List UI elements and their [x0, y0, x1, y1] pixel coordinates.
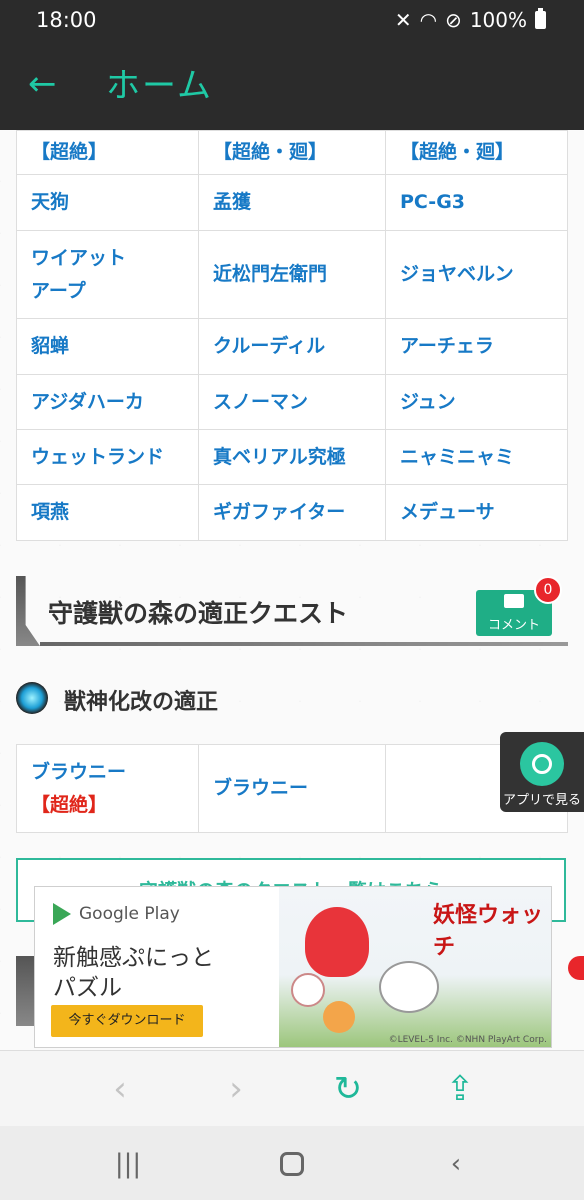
table-cell[interactable]: ウェットランド [16, 429, 199, 485]
browser-back-button[interactable]: ‹ [96, 1065, 144, 1113]
table-cell[interactable]: ジョヤベルン [385, 230, 568, 319]
table-cell[interactable]: 近松門左衛門 [198, 230, 386, 319]
page-title: ホーム [106, 66, 213, 106]
heading-underline [40, 642, 568, 646]
table-cell[interactable]: ジュン [385, 374, 568, 430]
battery-percent: 100% [469, 8, 527, 32]
ad-banner[interactable]: Google Play 新触感ぷにっと パズル 今すぐダウンロード 妖怪ウォッチ… [34, 886, 552, 1048]
google-play-icon [53, 903, 71, 925]
back-button[interactable]: ← [28, 62, 68, 106]
chevron-right-icon: › [229, 1069, 243, 1109]
comment-count-badge: 0 [534, 576, 562, 604]
reload-icon: ↻ [333, 1069, 363, 1109]
heading-bracket [16, 576, 40, 646]
comment-label: コメント [487, 618, 540, 633]
status-bar: 18:00 ✕ ◠ ⊘ 100% [0, 0, 584, 42]
evolution-table: ブラウニー 【超絶】 ブラウニー [16, 744, 568, 833]
comment-icon [504, 594, 524, 608]
table-cell[interactable]: アーチェラ [385, 318, 568, 375]
table-cell[interactable]: PC-G3 [385, 174, 568, 231]
ad-copy: 新触感ぷにっと パズル [53, 945, 214, 1001]
table-row: アジダハーカ スノーマン ジュン [16, 374, 568, 430]
table-cell[interactable]: 項燕 [16, 484, 199, 541]
table-cell[interactable]: 孟獲 [198, 174, 386, 231]
comment-button[interactable]: コメント 0 [476, 576, 562, 636]
share-button[interactable]: ⇪ [436, 1065, 484, 1113]
google-play-brand: Google Play [53, 903, 180, 925]
table-cell[interactable]: メデューサ [385, 484, 568, 541]
app-header: ← ホーム [0, 42, 584, 130]
table-row: ブラウニー 【超絶】 ブラウニー [16, 744, 568, 833]
character-image [379, 961, 439, 1013]
ad-credit: ©LEVEL-5 Inc. ©NHN PlayArt Corp. [388, 1035, 547, 1045]
chevron-left-icon: ‹ [113, 1069, 127, 1109]
table-row: ワイアット アープ 近松門左衛門 ジョヤベルン [16, 230, 568, 319]
table-row: 貂蝉 クルーディル アーチェラ [16, 318, 568, 375]
jibanyan-character-image [305, 907, 369, 977]
arrow-left-icon: ← [28, 64, 57, 104]
table-row: 天狗 孟獲 PC-G3 [16, 174, 568, 231]
system-back-button[interactable]: ‹ [434, 1142, 478, 1186]
no-disturb-icon: ⊘ [445, 8, 462, 32]
table-cell[interactable]: 真ベリアル究極 [198, 429, 386, 485]
table-cell[interactable]: ギガファイター [198, 484, 386, 541]
open-in-app-button[interactable]: アプリで見る [500, 732, 584, 812]
chevron-left-icon: ‹ [450, 1149, 462, 1179]
browser-forward-button[interactable]: › [212, 1065, 260, 1113]
table-cell[interactable]: 貂蝉 [16, 318, 199, 375]
table-cell[interactable]: ニャミニャミ [385, 429, 568, 485]
table-cell[interactable]: 天狗 [16, 174, 199, 231]
home-button[interactable] [270, 1142, 314, 1186]
system-nav-bar: ||| ‹ [0, 1126, 584, 1200]
table-row: 項燕 ギガファイター メデューサ [16, 484, 568, 541]
table-cell[interactable]: 【超絶・廻】 [385, 130, 568, 175]
wifi-icon: ◠ [419, 8, 438, 32]
share-icon: ⇪ [445, 1069, 475, 1109]
character-image [291, 973, 325, 1007]
recent-apps-button[interactable]: ||| [106, 1142, 150, 1186]
cell-name: ブラウニー [31, 760, 127, 783]
character-table: 【超絶】 【超絶・廻】 【超絶・廻】 天狗 孟獲 PC-G3 ワイアット アープ… [16, 130, 568, 541]
google-play-label: Google Play [79, 904, 180, 924]
section-title: 守護獣の森の適正クエスト [48, 599, 349, 628]
battery-icon [535, 8, 546, 29]
open-in-app-label: アプリで見る [502, 793, 581, 808]
table-cell[interactable]: ブラウニー [198, 744, 386, 833]
cell-tag: 【超絶】 [31, 793, 108, 816]
game-logo: 妖怪ウォッチ [433, 903, 544, 960]
table-cell[interactable]: スノーマン [198, 374, 386, 430]
table-cell[interactable]: 【超絶】 [16, 130, 199, 175]
reload-button[interactable]: ↻ [324, 1065, 372, 1113]
comment-count-badge [568, 956, 584, 980]
ad-download-button[interactable]: 今すぐダウンロード [51, 1005, 203, 1037]
subsection-title: 獣神化改の適正 [64, 690, 219, 715]
table-cell[interactable]: アジダハーカ [16, 374, 199, 430]
character-image [323, 1001, 355, 1033]
table-cell[interactable]: ワイアット アープ [16, 230, 199, 319]
gem-icon [16, 682, 48, 714]
home-icon [280, 1152, 304, 1176]
status-time: 18:00 [36, 8, 97, 32]
table-row: ウェットランド 真ベリアル究極 ニャミニャミ [16, 429, 568, 485]
table-row: 【超絶】 【超絶・廻】 【超絶・廻】 [16, 130, 568, 175]
table-cell[interactable]: クルーディル [198, 318, 386, 375]
browser-toolbar: ‹ › ↻ ⇪ [0, 1050, 584, 1127]
status-icons: ✕ ◠ ⊘ 100% [395, 8, 546, 32]
mute-icon: ✕ [394, 8, 412, 32]
table-cell[interactable]: ブラウニー 【超絶】 [16, 744, 199, 833]
app-icon [520, 742, 564, 786]
table-cell[interactable]: 【超絶・廻】 [198, 130, 386, 175]
recent-apps-icon: ||| [114, 1149, 142, 1179]
